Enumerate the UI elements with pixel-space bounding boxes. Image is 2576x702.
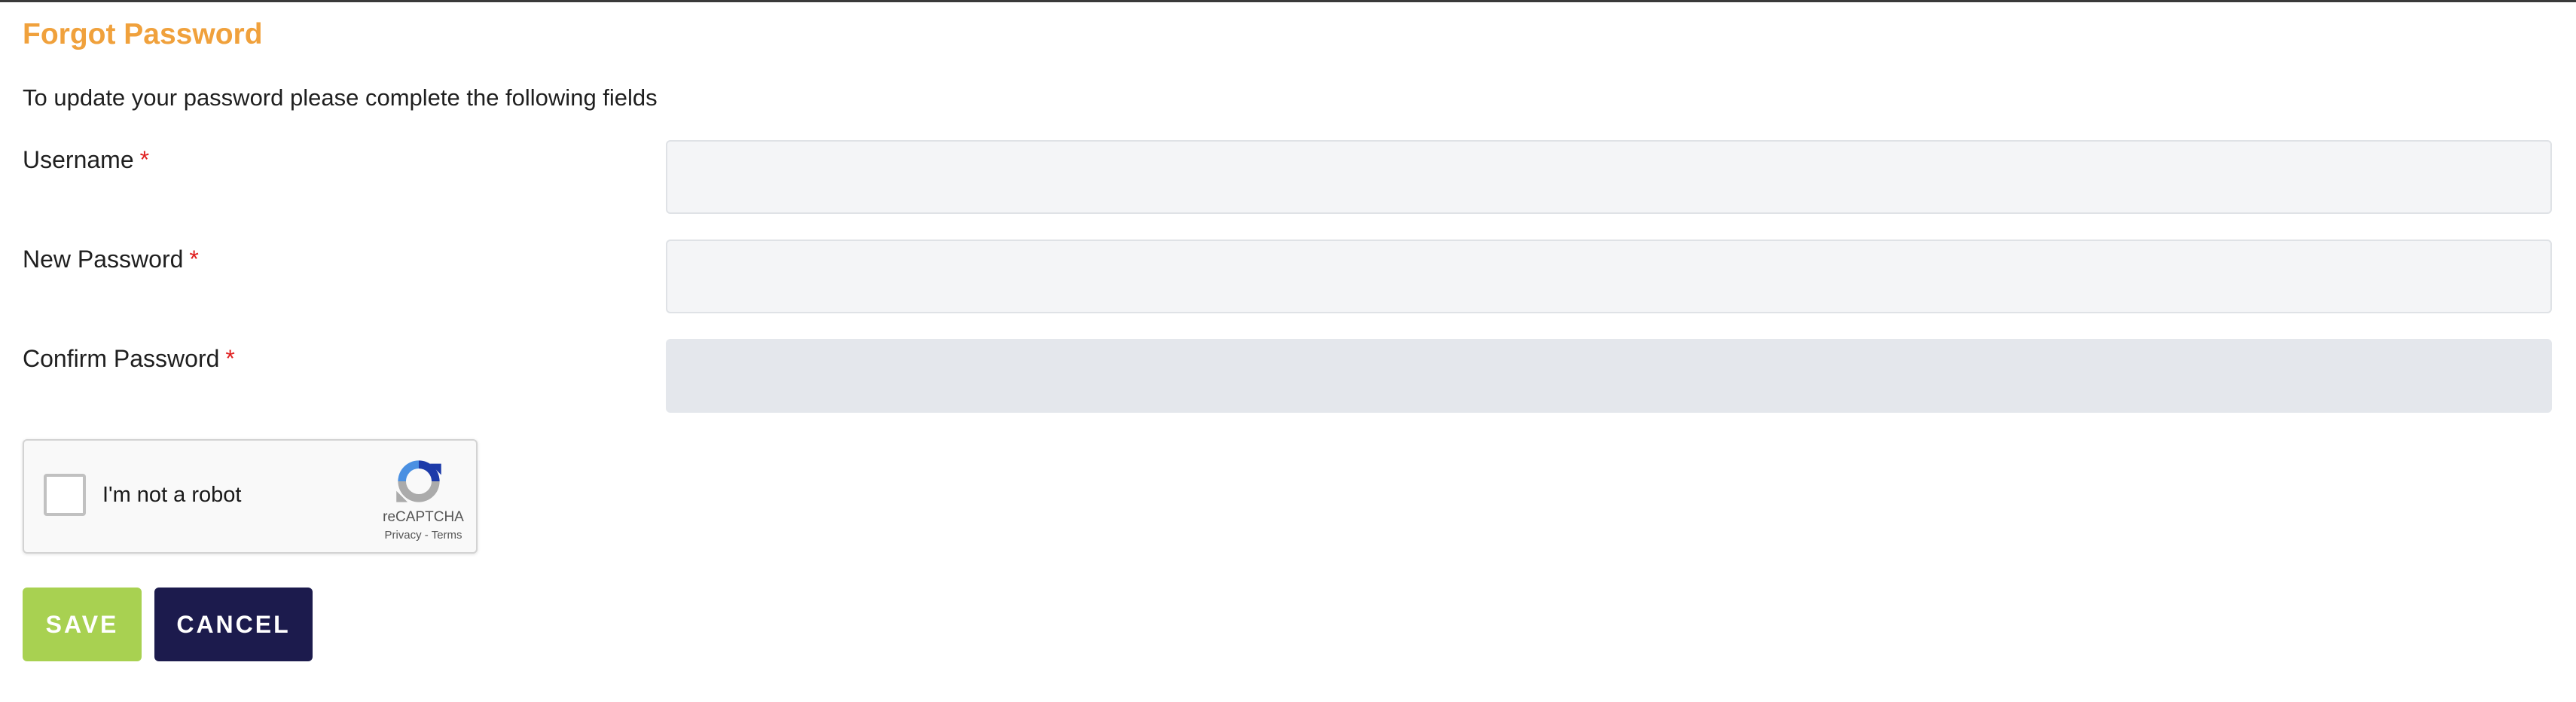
recaptcha-terms-link[interactable]: Terms xyxy=(432,529,462,542)
required-marker: * xyxy=(225,345,235,372)
recaptcha-privacy-link[interactable]: Privacy xyxy=(384,529,421,542)
recaptcha-widget: I'm not a robot reCAPTCHA Privacy - Term… xyxy=(23,439,478,554)
username-input[interactable] xyxy=(666,140,2552,214)
new-password-input[interactable] xyxy=(666,240,2552,313)
cancel-button[interactable]: CANCEL xyxy=(154,588,313,661)
intro-text: To update your password please complete … xyxy=(23,84,658,111)
recaptcha-links: Privacy - Terms xyxy=(363,528,484,543)
username-label-text: Username xyxy=(23,146,134,173)
confirm-password-label: Confirm Password * xyxy=(23,342,235,375)
required-marker: * xyxy=(189,246,199,273)
username-label: Username * xyxy=(23,143,149,176)
confirm-password-label-text: Confirm Password xyxy=(23,345,220,372)
page-title: Forgot Password xyxy=(23,18,263,50)
new-password-label: New Password * xyxy=(23,243,199,276)
recaptcha-logo-icon xyxy=(396,460,441,502)
forgot-password-page: Forgot Password To update your password … xyxy=(0,0,2576,702)
recaptcha-checkbox[interactable] xyxy=(44,474,86,516)
recaptcha-brand: reCAPTCHA xyxy=(383,509,464,525)
save-button[interactable]: SAVE xyxy=(23,588,142,661)
required-marker: * xyxy=(139,146,150,173)
recaptcha-label: I'm not a robot xyxy=(102,483,242,507)
new-password-label-text: New Password xyxy=(23,246,184,273)
confirm-password-input[interactable] xyxy=(666,339,2552,413)
recaptcha-links-separator: - xyxy=(421,529,432,542)
